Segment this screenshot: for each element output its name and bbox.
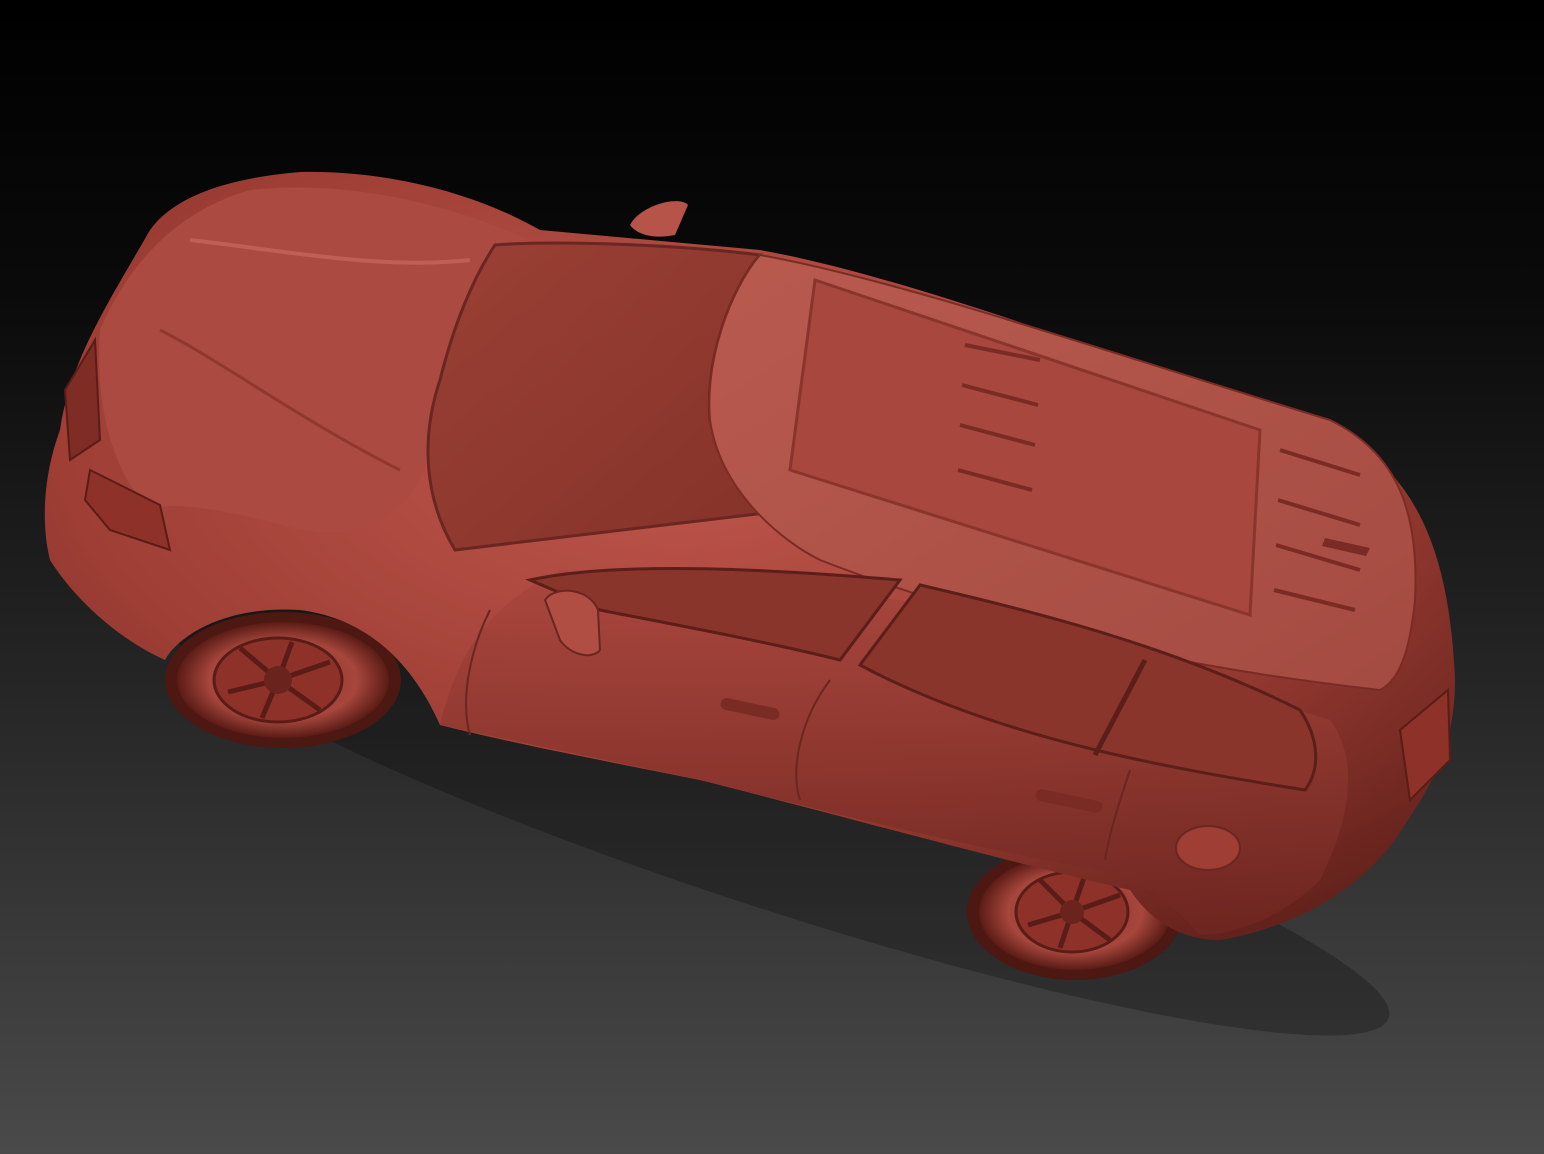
fuel-cap bbox=[1175, 825, 1241, 871]
far-mirror bbox=[630, 201, 688, 237]
car-model-render[interactable] bbox=[0, 0, 1544, 1154]
3d-viewport[interactable] bbox=[0, 0, 1544, 1154]
